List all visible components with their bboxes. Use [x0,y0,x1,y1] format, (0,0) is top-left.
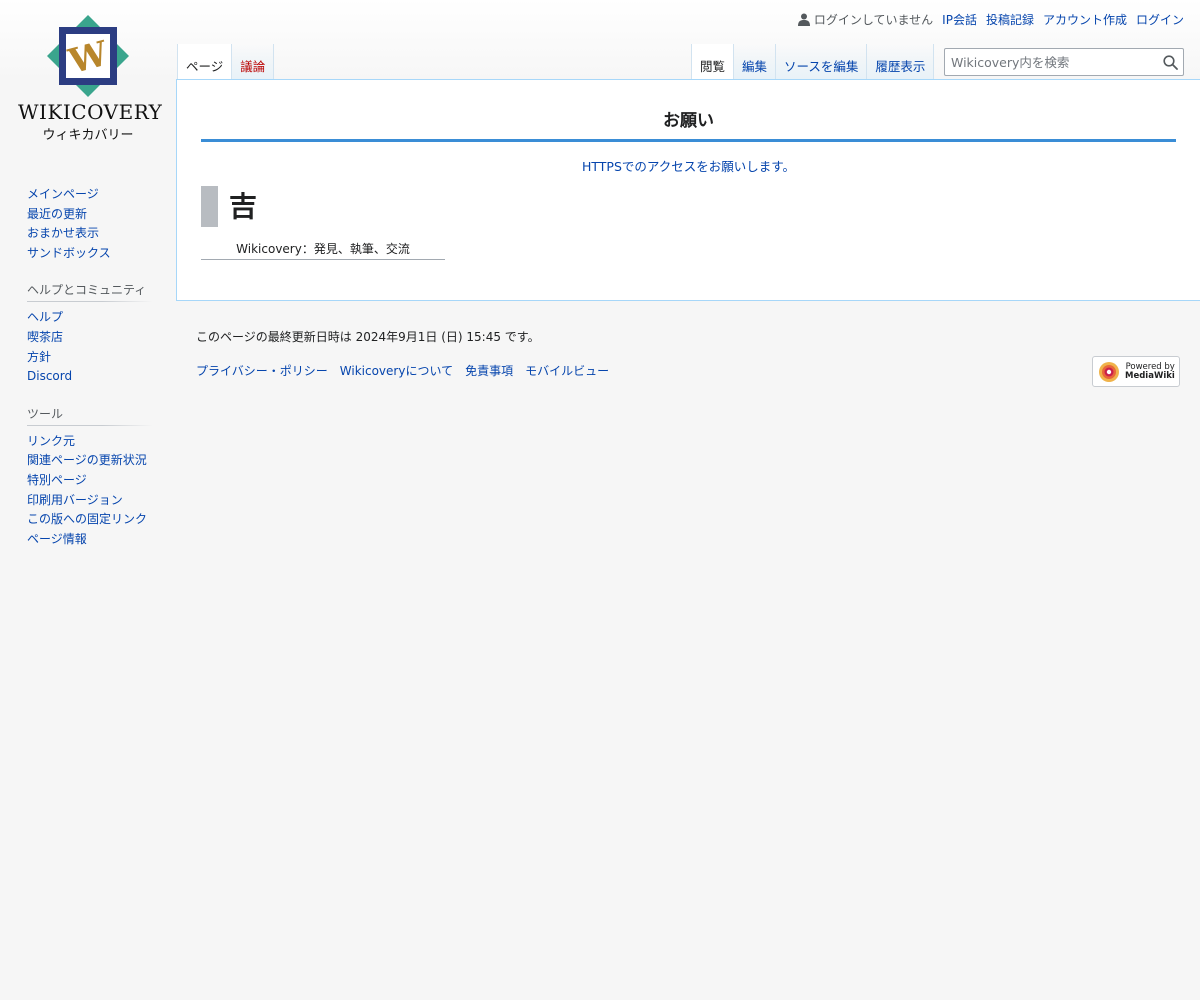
powered-by-text: Powered by MediaWiki [1125,362,1175,381]
anon-text: ログインしていません [813,13,934,27]
sidebar-item-permalink[interactable]: この版への固定リンク [27,512,147,526]
sidebar-tools-heading: ツール [27,404,152,426]
footer-links: プライバシー・ポリシー Wikicoveryについて 免責事項 モバイルビュー [196,362,1180,379]
sidebar-item-recent-changes[interactable]: 最近の更新 [27,207,87,221]
page-heading: 吉 [201,186,257,227]
site-logo[interactable]: W WIKICOVERY ウィキカバリー [18,14,163,154]
last-modified: このページの最終更新日時は 2024年9月1日 (日) 15:45 です。 [196,330,540,344]
sidebar: メインページ 最近の更新 おまかせ表示 サンドボックス ヘルプとコミュニティ ヘ… [27,185,152,565]
personal-tools: ログインしていません IP会話 投稿記録 アカウント作成 ログイン [797,11,1184,28]
page-title: 吉 [229,190,258,223]
site-notice: お願い HTTPSでのアクセスをお願いします。 [201,106,1176,175]
anon-status: ログインしていません [797,11,934,28]
sidebar-item-discord[interactable]: Discord [27,369,72,383]
sidebar-item-page-info[interactable]: ページ情報 [27,532,87,546]
logo-emblem-icon: W [47,15,129,97]
heading-accent-bar [201,186,218,227]
search-icon [1162,54,1178,70]
search-input[interactable] [945,54,1157,70]
sidebar-item-cafe[interactable]: 喫茶店 [27,330,63,344]
footer-mobile-view-link[interactable]: モバイルビュー [525,362,609,379]
sidebar-item-sandbox[interactable]: サンドボックス [27,246,111,260]
ip-contributions-link[interactable]: 投稿記録 [986,11,1034,28]
site-notice-title: お願い [201,106,1176,142]
user-icon [797,13,810,26]
footer-privacy-link[interactable]: プライバシー・ポリシー [196,362,328,379]
sidebar-item-print[interactable]: 印刷用バージョン [27,493,123,507]
sidebar-community-heading: ヘルプとコミュニティ [27,281,152,303]
sidebar-tools: ツール リンク元 関連ページの更新状況 特別ページ 印刷用バージョン この版への… [27,404,152,550]
logo-tagline: ウィキカバリー [42,128,134,143]
sidebar-item-help[interactable]: ヘルプ [27,310,63,324]
view-tabs: 閲覧 編集 ソースを編集 履歴表示 [691,44,935,80]
namespace-tabs: ページ 議論 [177,44,275,80]
ip-talk-link[interactable]: IP会話 [942,11,977,28]
sidebar-item-special-pages[interactable]: 特別ページ [27,473,87,487]
login-link[interactable]: ログイン [1136,11,1184,28]
sidebar-item-random[interactable]: おまかせ表示 [27,226,99,240]
footer-about-link[interactable]: Wikicoveryについて [340,362,453,379]
footer: このページの最終更新日時は 2024年9月1日 (日) 15:45 です。 プラ… [196,328,1180,379]
create-account-link[interactable]: アカウント作成 [1043,11,1127,28]
sidebar-item-main-page[interactable]: メインページ [27,187,99,201]
powered-by-mediawiki-badge[interactable]: Powered by MediaWiki [1092,356,1180,387]
sidebar-item-policy[interactable]: 方針 [27,350,51,364]
tab-page[interactable]: ページ [177,44,233,80]
logo-wordmark: WIKICOVERY [18,100,163,124]
mediawiki-flower-icon [1099,361,1119,382]
site-subtitle: Wikicovery：発見、執筆、交流 [201,240,445,260]
sidebar-community: ヘルプとコミュニティ ヘルプ 喫茶店 方針 Discord [27,281,152,386]
search-button[interactable] [1157,49,1183,75]
main-content: お願い HTTPSでのアクセスをお願いします。 吉 Wikicovery：発見、… [176,79,1200,301]
tab-read[interactable]: 閲覧 [691,44,735,80]
tab-edit[interactable]: 編集 [734,44,777,80]
https-notice-link[interactable]: HTTPSでのアクセスをお願いします。 [582,156,795,175]
tab-talk[interactable]: 議論 [232,44,275,80]
powered-by-line2: MediaWiki [1125,370,1175,381]
tab-history[interactable]: 履歴表示 [867,44,935,80]
sidebar-item-related-changes[interactable]: 関連ページの更新状況 [27,453,147,467]
sidebar-navigation: メインページ 最近の更新 おまかせ表示 サンドボックス [27,185,152,263]
sidebar-item-whatlinkshere[interactable]: リンク元 [27,434,75,448]
tab-edit-source[interactable]: ソースを編集 [776,44,868,80]
search-box [944,48,1184,76]
footer-disclaimer-link[interactable]: 免責事項 [465,362,513,379]
